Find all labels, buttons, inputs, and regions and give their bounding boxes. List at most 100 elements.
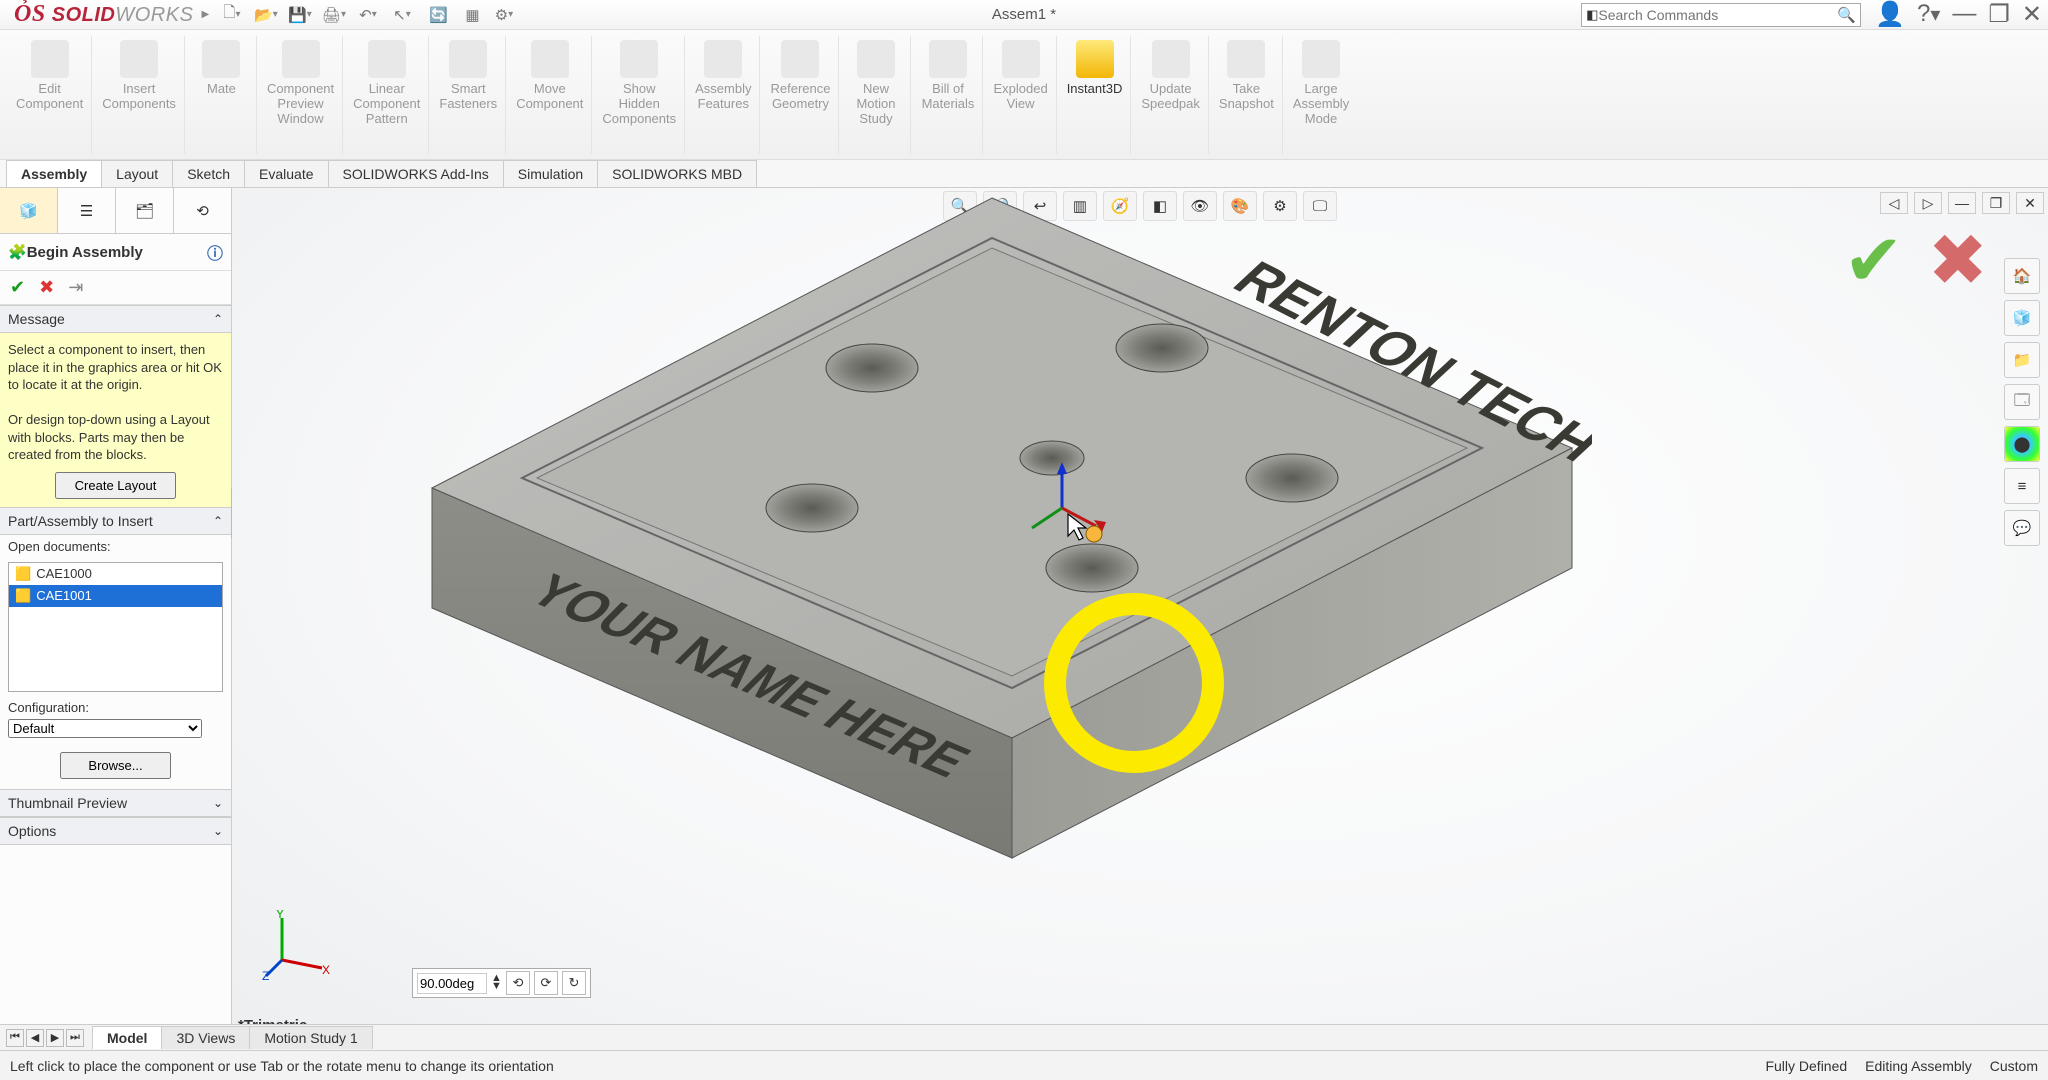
qat-options-icon[interactable]: ▦ [457, 2, 487, 28]
tab-assembly[interactable]: Assembly [6, 160, 102, 187]
rib-smart-fasteners[interactable]: SmartFasteners [431, 36, 506, 154]
rib-bill-of-materials[interactable]: Bill ofMaterials [913, 36, 983, 154]
search-icon[interactable]: 🔍 [1837, 6, 1856, 24]
nav-prev-icon[interactable]: ◀ [26, 1029, 44, 1047]
rotate-x-button[interactable]: ⟲ [506, 971, 530, 995]
bottom-tab-3dviews[interactable]: 3D Views [161, 1026, 250, 1049]
search-input[interactable] [1598, 7, 1837, 23]
message-text-1: Select a component to insert, then place… [8, 341, 223, 394]
svg-text:Y: Y [276, 910, 284, 921]
qat-open-icon[interactable]: 📂▾ [253, 2, 283, 28]
qat-undo-icon[interactable]: ↶▾ [355, 2, 385, 28]
close-icon[interactable]: ✕ [2022, 0, 2042, 29]
user-icon[interactable]: 👤 [1875, 0, 1905, 29]
fm-tree-icon[interactable]: 🧊 [0, 188, 58, 233]
vp-minimize-icon[interactable]: — [1948, 192, 1976, 214]
tab-sketch[interactable]: Sketch [172, 160, 245, 187]
rib-edit-component[interactable]: EditComponent [8, 36, 92, 154]
nav-last-icon[interactable]: ⏭ [66, 1029, 84, 1047]
part-icon: 🟨 [15, 566, 31, 582]
pm-confirm-row: ✔ ✖ ⇥ [0, 271, 231, 305]
fm-property-icon[interactable]: ☰ [58, 188, 116, 233]
nav-first-icon[interactable]: ⏮ [6, 1029, 24, 1047]
window-controls: 👤 ?▾ — ❐ ✕ [1875, 0, 2042, 29]
qat-settings-icon[interactable]: ⚙▾ [491, 2, 521, 28]
qat-save-icon[interactable]: 💾▾ [287, 2, 317, 28]
taskpane-props-icon[interactable]: ≡ [2004, 468, 2040, 504]
bottom-tab-motion-study[interactable]: Motion Study 1 [249, 1026, 372, 1049]
pm-help-icon[interactable]: ⓘ [207, 240, 223, 264]
task-pane-strip: 🏠 🧊 📁 🗔 ⬤ ≡ 💬 [2004, 258, 2044, 546]
vp-prev-icon[interactable]: ◁ [1880, 192, 1908, 214]
doc-item-cae1001[interactable]: 🟨CAE1001 [9, 585, 222, 607]
rotate-y-button[interactable]: ⟳ [534, 971, 558, 995]
rib-mate[interactable]: Mate [187, 36, 257, 154]
create-layout-button[interactable]: Create Layout [55, 472, 177, 499]
rib-take-snapshot[interactable]: TakeSnapshot [1211, 36, 1283, 154]
rib-move-component[interactable]: MoveComponent [508, 36, 592, 154]
qat-print-icon[interactable]: 🖨▾ [321, 2, 351, 28]
rib-new-motion-study[interactable]: NewMotionStudy [841, 36, 911, 154]
minimize-icon[interactable]: — [1952, 0, 1976, 29]
rib-large-assembly[interactable]: LargeAssemblyMode [1285, 36, 1357, 154]
taskpane-file-icon[interactable]: 📁 [2004, 342, 2040, 378]
bottom-tab-model[interactable]: Model [92, 1026, 162, 1049]
browse-button[interactable]: Browse... [60, 752, 170, 779]
rib-reference-geometry[interactable]: ReferenceGeometry [762, 36, 839, 154]
title-bar: ỎS SOLIDWORKS ▶ 🗋▾ 📂▾ 💾▾ 🖨▾ ↶▾ ↖▾ 🔄 ▦ ⚙▾… [0, 0, 2048, 30]
rotate-z-button[interactable]: ↻ [562, 971, 586, 995]
rib-component-preview[interactable]: ComponentPreviewWindow [259, 36, 343, 154]
rib-instant3d[interactable]: Instant3D [1059, 36, 1132, 154]
rib-assembly-features[interactable]: AssemblyFeatures [687, 36, 760, 154]
reject-x-icon[interactable]: ✖ [1928, 218, 1988, 302]
message-header[interactable]: Message ⌃ [0, 305, 231, 333]
tab-layout[interactable]: Layout [101, 160, 173, 187]
vp-restore-icon[interactable]: ❐ [1982, 192, 2010, 214]
taskpane-forum-icon[interactable]: 💬 [2004, 510, 2040, 546]
begin-assembly-icon: 🧩 [8, 243, 27, 261]
doc-item-label: CAE1000 [36, 566, 92, 581]
qat-rebuild-icon[interactable]: 🔄 [423, 2, 453, 28]
status-editing: Editing Assembly [1865, 1058, 1972, 1074]
tab-nav-arrows: ⏮ ◀ ▶ ⏭ [6, 1029, 84, 1047]
taskpane-view-icon[interactable]: 🗔 [2004, 384, 2040, 420]
rib-linear-pattern[interactable]: LinearComponentPattern [345, 36, 429, 154]
vp-close-icon[interactable]: ✕ [2016, 192, 2044, 214]
taskpane-appearance-icon[interactable]: ⬤ [2004, 426, 2040, 462]
part-assembly-header[interactable]: Part/Assembly to Insert ⌃ [0, 507, 231, 535]
nav-next-icon[interactable]: ▶ [46, 1029, 64, 1047]
status-units[interactable]: Custom [1990, 1058, 2038, 1074]
open-documents-list[interactable]: 🟨 CAE1000 🟨CAE1001 [8, 562, 223, 692]
vp-next-icon[interactable]: ▷ [1914, 192, 1942, 214]
configuration-select[interactable]: Default [8, 719, 202, 738]
rotate-angle-input[interactable] [417, 973, 487, 994]
options-header[interactable]: Options ⌄ [0, 817, 231, 845]
ok-icon[interactable]: ✔ [10, 277, 25, 298]
search-commands-box[interactable]: ◧ 🔍 [1581, 3, 1861, 27]
taskpane-resources-icon[interactable]: 🧊 [2004, 300, 2040, 336]
tab-evaluate[interactable]: Evaluate [244, 160, 328, 187]
message-text-2: Or design top-down using a Layout with b… [8, 411, 223, 464]
logo-dropdown-icon[interactable]: ▶ [201, 9, 211, 20]
part-assembly-header-text: Part/Assembly to Insert [8, 513, 153, 529]
taskpane-home-icon[interactable]: 🏠 [2004, 258, 2040, 294]
status-message: Left click to place the component or use… [10, 1058, 554, 1074]
pin-icon[interactable]: ⇥ [68, 277, 83, 298]
rib-exploded-view[interactable]: ExplodedView [985, 36, 1056, 154]
search-target-icon: ◧ [1586, 7, 1598, 23]
cancel-icon[interactable]: ✖ [39, 277, 54, 298]
fm-dim-icon[interactable]: ⟲ [174, 188, 231, 233]
doc-item-cae1000[interactable]: 🟨 CAE1000 [9, 563, 222, 585]
fm-config-icon[interactable]: 🗂 [116, 188, 174, 233]
rib-show-hidden[interactable]: ShowHiddenComponents [594, 36, 685, 154]
spinner-icon[interactable]: ▲▼ [491, 975, 502, 990]
rib-update-speedpak[interactable]: UpdateSpeedpak [1133, 36, 1209, 154]
qat-select-icon[interactable]: ↖▾ [389, 2, 419, 28]
graphics-viewport[interactable]: 🔍 🔎 ↩ ▥ 🧭 ◧ 👁 🎨 ⚙ 🖵 ◁ ▷ — ❐ ✕ ✔ ✖ [232, 188, 2048, 1050]
accept-check-icon[interactable]: ✔ [1843, 218, 1903, 302]
qat-new-icon[interactable]: 🗋▾ [219, 2, 249, 28]
restore-icon[interactable]: ❐ [1988, 0, 2010, 29]
help-icon[interactable]: ?▾ [1917, 0, 1940, 29]
rib-insert-components[interactable]: InsertComponents [94, 36, 185, 154]
thumbnail-preview-header[interactable]: Thumbnail Preview ⌄ [0, 789, 231, 817]
